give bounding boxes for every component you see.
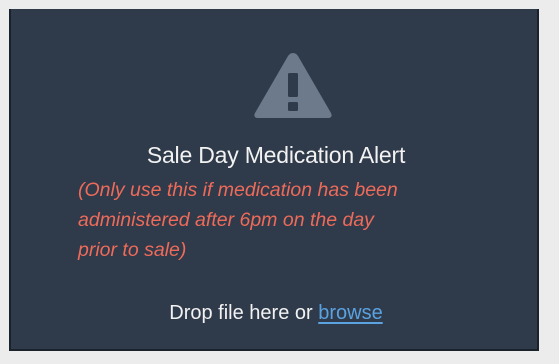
page: Sale Day Medication Alert (Only use this… bbox=[0, 0, 559, 364]
drop-instructions: Drop file here or browse bbox=[11, 302, 541, 325]
browse-link[interactable]: browse bbox=[318, 302, 382, 324]
drop-text: Drop file here or bbox=[169, 302, 319, 324]
medication-alert-note: (Only use this if medication has been ad… bbox=[78, 175, 498, 265]
warning-triangle-icon bbox=[254, 53, 332, 118]
alert-note-line: prior to sale) bbox=[78, 239, 187, 261]
file-dropzone[interactable]: Sale Day Medication Alert (Only use this… bbox=[9, 9, 539, 351]
alert-note-line: (Only use this if medication has been bbox=[78, 179, 398, 201]
alert-note-line: administered after 6pm on the day bbox=[78, 209, 374, 231]
dropzone-title: Sale Day Medication Alert bbox=[146, 142, 406, 168]
